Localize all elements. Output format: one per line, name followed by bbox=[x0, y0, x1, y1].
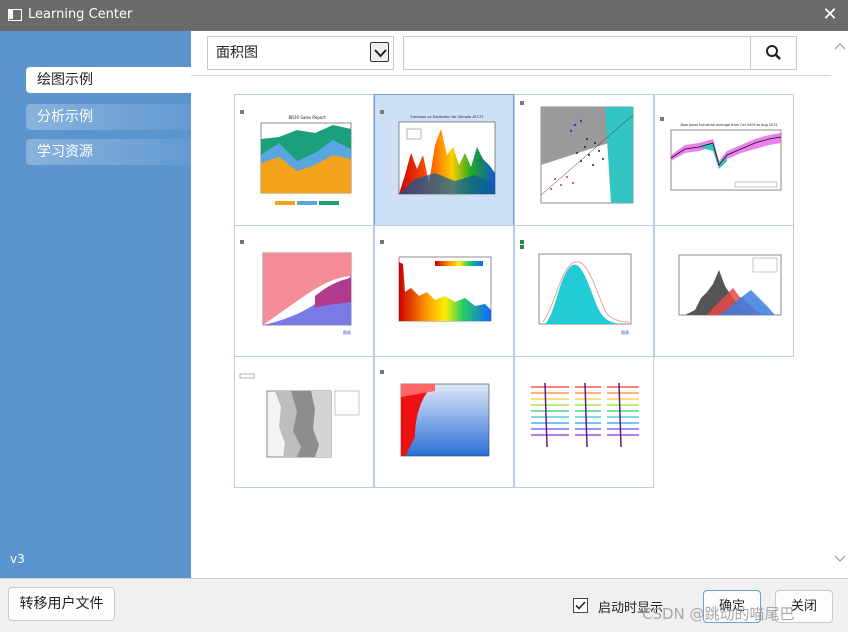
sidebar-item-analysis-examples[interactable]: 分析示例 bbox=[26, 104, 191, 130]
sidebar-item-learning-resources[interactable]: 学习资源 bbox=[26, 139, 191, 165]
thumbnail-area-sales-report[interactable]: BR10 Sales Report bbox=[234, 94, 374, 226]
sidebar: 绘图示例 分析示例 学习资源 v3 bbox=[0, 31, 191, 578]
thumb-2-title: Emission vs Excitation for Sample AY172 bbox=[410, 115, 483, 119]
transfer-user-files-button[interactable]: 转移用户文件 bbox=[8, 587, 115, 621]
thumbnail-phase-diagram[interactable] bbox=[374, 356, 514, 488]
thumbnail-overlapping-histogram[interactable] bbox=[654, 225, 794, 357]
scroll-up-icon bbox=[834, 43, 846, 50]
scroll-down-icon bbox=[834, 555, 846, 562]
thumbnail-waterfall-spectra[interactable] bbox=[514, 356, 654, 488]
thumb-1-title: BR10 Sales Report bbox=[288, 115, 325, 120]
vertical-scrollbar[interactable] bbox=[832, 31, 848, 578]
thumbnail-stratigraphic-log[interactable] bbox=[234, 356, 374, 488]
category-select[interactable]: 面积图 bbox=[207, 36, 394, 70]
search-box bbox=[403, 36, 797, 70]
main-panel: 面积图 BR10 Sales Report Emission vs Excita… bbox=[191, 31, 848, 578]
thumbnail-absorbance-spectrum[interactable]: 图表 bbox=[514, 225, 654, 357]
close-window-icon[interactable]: ✕ bbox=[818, 3, 842, 27]
svg-text:图表: 图表 bbox=[621, 329, 629, 335]
svg-text:图表: 图表 bbox=[343, 329, 351, 335]
category-select-value: 面积图 bbox=[216, 45, 258, 61]
search-button[interactable] bbox=[750, 37, 796, 69]
chevron-down-icon[interactable] bbox=[370, 42, 389, 62]
window-title: Learning Center bbox=[28, 7, 133, 22]
csdn-watermark: CSDN @跳动的喵尾巴 bbox=[642, 605, 795, 623]
search-icon bbox=[766, 45, 781, 60]
thumbnail-stacked-area-percent[interactable]: 图表 bbox=[234, 225, 374, 357]
show-on-startup-checkbox[interactable] bbox=[573, 598, 588, 613]
search-input[interactable] bbox=[408, 41, 744, 65]
app-window-icon bbox=[8, 9, 22, 21]
sidebar-item-plot-examples[interactable]: 绘图示例 bbox=[26, 67, 191, 93]
thumbnail-emission-excitation[interactable]: Emission vs Excitation for Sample AY172 bbox=[374, 94, 514, 226]
checkmark-icon bbox=[575, 601, 586, 610]
thumbnail-colormap-columns[interactable] bbox=[374, 225, 514, 357]
title-bar: Learning Center ✕ bbox=[0, 0, 848, 31]
bottom-bar: 转移用户文件 启动时显示 确定 关闭 CSDN @跳动的喵尾巴 bbox=[0, 578, 848, 632]
filter-bar: 面积图 bbox=[191, 31, 831, 76]
version-label: v3 bbox=[10, 552, 25, 566]
thumbnail-dow-jones-average[interactable]: Dow Jones Industrial average from Oct 20… bbox=[654, 94, 794, 226]
thumb-4-title: Dow Jones Industrial average from Oct 20… bbox=[680, 123, 777, 127]
thumbnail-ternary-scatter[interactable] bbox=[514, 94, 654, 226]
